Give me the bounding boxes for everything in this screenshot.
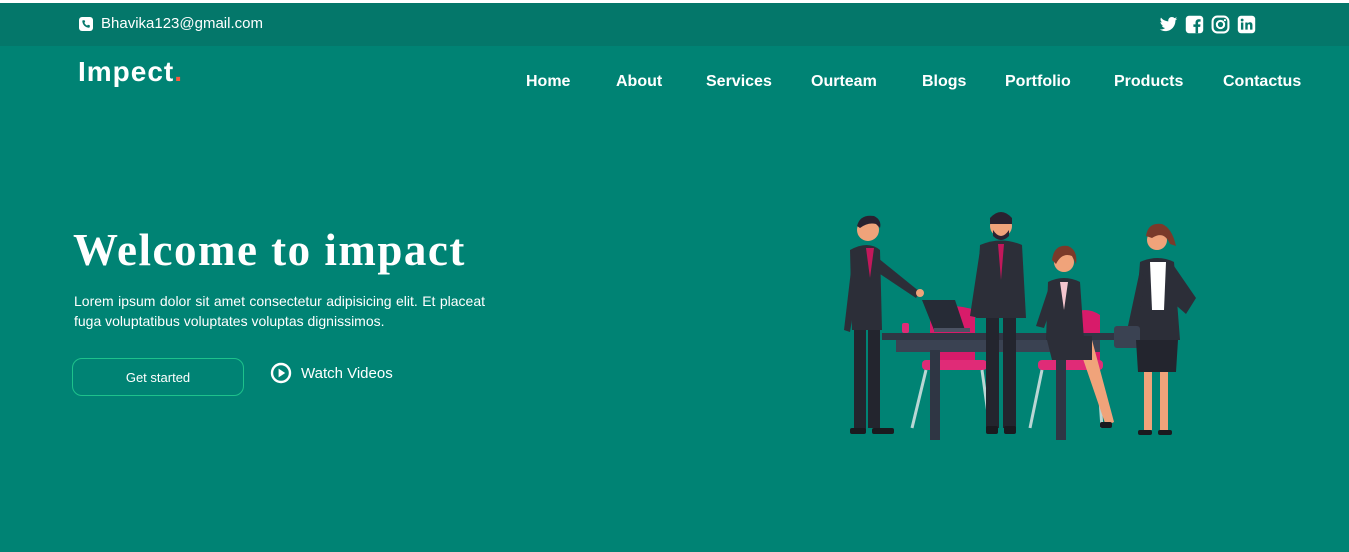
main-nav: Home About Services Ourteam Blogs Portfo… xyxy=(0,73,1349,97)
nav-item-home[interactable]: Home xyxy=(526,73,570,91)
facebook-icon[interactable] xyxy=(1185,15,1204,34)
nav-item-portfolio[interactable]: Portfolio xyxy=(1005,73,1071,91)
instagram-icon[interactable] xyxy=(1211,15,1230,34)
phone-icon xyxy=(79,16,93,31)
business-team-meeting-illustration xyxy=(844,212,1196,440)
hero-title: Welcome to impact xyxy=(73,225,466,275)
nav-item-products[interactable]: Products xyxy=(1114,73,1183,91)
nav-item-blogs[interactable]: Blogs xyxy=(922,73,966,91)
play-circle-icon xyxy=(270,362,292,384)
watch-videos-link[interactable]: Watch Videos xyxy=(270,362,393,384)
get-started-label: Get started xyxy=(125,369,191,385)
nav-item-services[interactable]: Services xyxy=(706,73,772,91)
twitter-icon[interactable] xyxy=(1159,15,1178,34)
topbar: Bhavika123@gmail.com xyxy=(0,3,1349,46)
person-standing-left xyxy=(844,215,924,434)
hero-description: Lorem ipsum dolor sit amet consectetur a… xyxy=(74,293,485,329)
contact-email[interactable]: Bhavika123@gmail.com xyxy=(101,15,263,32)
person-standing-right xyxy=(1114,223,1196,435)
contact-info: Bhavika123@gmail.com xyxy=(79,15,263,32)
watch-videos-label: Watch Videos xyxy=(301,364,393,382)
person-standing-middle xyxy=(970,212,1026,434)
social-links xyxy=(1159,15,1256,34)
get-started-button[interactable]: Get started xyxy=(72,358,244,396)
linkedin-icon[interactable] xyxy=(1237,15,1256,34)
nav-item-about[interactable]: About xyxy=(616,73,662,91)
nav-item-contactus[interactable]: Contactus xyxy=(1223,73,1301,91)
nav-item-ourteam[interactable]: Ourteam xyxy=(811,73,877,91)
